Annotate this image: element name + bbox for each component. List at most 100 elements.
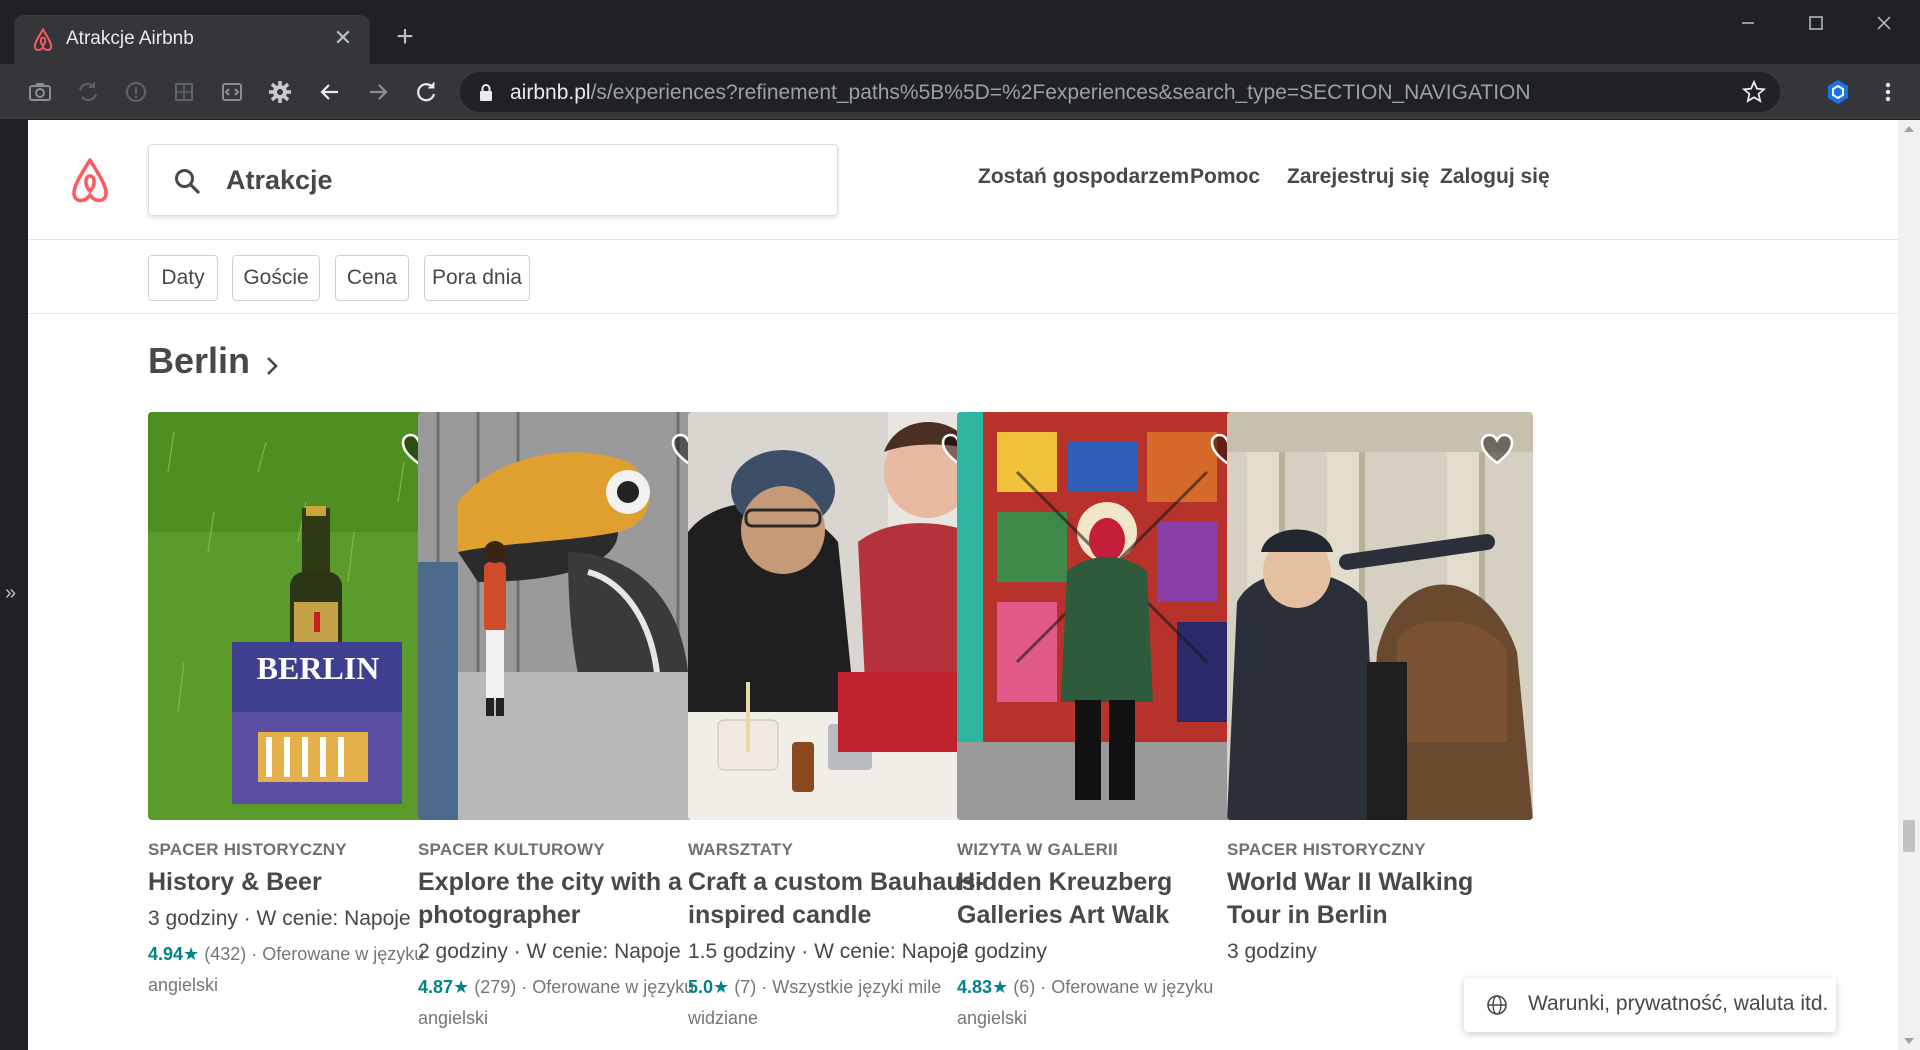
- card-meta: 2 godziny: [957, 940, 1047, 963]
- new-tab-icon[interactable]: +: [390, 22, 420, 52]
- card-title[interactable]: Explore the city with a photographer: [418, 866, 724, 932]
- lock-icon[interactable]: [478, 83, 494, 101]
- nav-help[interactable]: Pomoc: [1190, 165, 1260, 189]
- star-icon: ★: [183, 944, 200, 964]
- grid-icon[interactable]: [170, 78, 198, 106]
- airbnb-logo-icon[interactable]: [66, 156, 114, 206]
- nav-sign-up[interactable]: Zarejestruj się: [1287, 165, 1429, 189]
- card-rating: 4.83★ (6) · Oferowane w języku angielski: [957, 972, 1263, 1034]
- settings-gear-icon[interactable]: [266, 78, 294, 106]
- card-category: WARSZTATY: [688, 840, 794, 859]
- extension-hexagon-icon[interactable]: [1824, 78, 1852, 106]
- rating-score: 4.94: [148, 944, 184, 964]
- url-host: airbnb.pl: [510, 81, 591, 104]
- camera-icon[interactable]: [26, 78, 54, 106]
- browser-toolbar: airbnb.pl/s/experiences?refinement_paths…: [0, 64, 1920, 120]
- card-meta: 2 godziny · W cenie: Napoje: [418, 940, 681, 963]
- card-meta: 3 godziny: [1227, 940, 1317, 963]
- experience-card[interactable]: SPACER KULTUROWY Explore the city with a…: [418, 412, 724, 1034]
- card-category: WIZYTA W GALERII: [957, 840, 1118, 859]
- rating-count: (6): [1013, 977, 1036, 997]
- browser-tab[interactable]: Atrakcje Airbnb ✕: [14, 15, 370, 64]
- sync-icon[interactable]: [74, 78, 102, 106]
- walking-tour-photo: [1227, 412, 1533, 820]
- site-header: Atrakcje Zostań gospodarzem Pomoc Zareje…: [28, 120, 1898, 240]
- footer-pill-label: Warunki, prywatność, waluta itd.: [1528, 992, 1829, 1015]
- rating-count: (279): [474, 977, 517, 997]
- experience-image[interactable]: [957, 412, 1263, 820]
- browser-titlebar: Atrakcje Airbnb ✕ +: [0, 0, 1920, 64]
- url-path: /s/experiences?refinement_paths%5B%5D=%2…: [590, 81, 1531, 104]
- side-panel-strip: »: [0, 120, 28, 1050]
- berlin-book-text: BERLIN: [257, 650, 380, 686]
- rating-score: 5.0: [688, 977, 714, 997]
- search-box[interactable]: Atrakcje: [148, 144, 838, 216]
- address-bar[interactable]: airbnb.pl/s/experiences?refinement_paths…: [460, 72, 1780, 112]
- card-rating: 4.94★ (432) · Oferowane w języku angiels…: [148, 939, 454, 1001]
- filter-bar: Daty Goście Cena Pora dnia: [28, 241, 1898, 314]
- bookmark-star-icon[interactable]: [1742, 80, 1766, 104]
- gallery-photo: [957, 412, 1263, 820]
- card-title[interactable]: History & Beer: [148, 866, 454, 899]
- rating-score: 4.87: [418, 977, 454, 997]
- experience-card[interactable]: WARSZTATY Craft a custom Bauhaus-inspire…: [688, 412, 994, 1034]
- search-input[interactable]: Atrakcje: [226, 165, 333, 196]
- page-viewport: Atrakcje Zostań gospodarzem Pomoc Zareje…: [28, 120, 1898, 1050]
- search-icon: [175, 169, 200, 194]
- tab-title: Atrakcje Airbnb: [66, 28, 194, 49]
- chevron-right-icon[interactable]: [262, 352, 282, 380]
- star-icon: ★: [992, 977, 1009, 997]
- nav-become-host[interactable]: Zostań gospodarzem: [978, 165, 1189, 189]
- rating-count: (432): [204, 944, 247, 964]
- filter-guests-button[interactable]: Goście: [232, 255, 320, 301]
- expand-panel-icon[interactable]: »: [5, 582, 16, 605]
- filter-time-of-day-button[interactable]: Pora dnia: [424, 255, 530, 301]
- card-rating: 4.87★ (279) · Oferowane w języku angiels…: [418, 972, 724, 1034]
- experience-card[interactable]: BERLIN SPACER HISTORYCZNY History & Beer…: [148, 412, 454, 1001]
- experience-image[interactable]: [1227, 412, 1533, 820]
- filter-price-button[interactable]: Cena: [335, 255, 409, 301]
- graffiti-photo: [418, 412, 724, 820]
- experience-image[interactable]: [418, 412, 724, 820]
- card-category: SPACER HISTORYCZNY: [1227, 840, 1426, 859]
- card-rating: 5.0★ (7) · Wszystkie języki mile widzian…: [688, 972, 994, 1034]
- card-title[interactable]: World War II Walking Tour in Berlin: [1227, 866, 1533, 932]
- reload-icon[interactable]: [412, 78, 440, 106]
- experience-image[interactable]: BERLIN: [148, 412, 454, 820]
- card-meta: 3 godziny · W cenie: Napoje: [148, 907, 411, 930]
- terms-privacy-currency-button[interactable]: Warunki, prywatność, waluta itd.: [1464, 978, 1836, 1032]
- window-close-icon[interactable]: [1864, 8, 1904, 38]
- forward-arrow-icon[interactable]: [364, 78, 392, 106]
- card-category: SPACER KULTUROWY: [418, 840, 605, 859]
- scroll-thumb[interactable]: [1903, 820, 1915, 852]
- experience-image[interactable]: [688, 412, 994, 820]
- code-icon[interactable]: [218, 78, 246, 106]
- more-menu-icon[interactable]: [1874, 78, 1902, 106]
- star-icon: ★: [453, 977, 470, 997]
- airbnb-favicon-icon: [33, 27, 53, 52]
- star-icon: ★: [713, 977, 730, 997]
- experience-card[interactable]: WIZYTA W GALERII Hidden Kreuzberg Galler…: [957, 412, 1263, 1034]
- minimize-icon[interactable]: [1728, 8, 1768, 38]
- card-meta: 1.5 godziny · W cenie: Napoje: [688, 940, 969, 963]
- heart-icon[interactable]: [1479, 432, 1515, 466]
- maximize-icon[interactable]: [1796, 8, 1836, 38]
- page-scrollbar[interactable]: [1898, 120, 1920, 1050]
- experience-card[interactable]: SPACER HISTORYCZNY World War II Walking …: [1227, 412, 1533, 966]
- section-title[interactable]: Berlin: [148, 340, 250, 382]
- back-arrow-icon[interactable]: [316, 78, 344, 106]
- card-title[interactable]: Hidden Kreuzberg Galleries Art Walk: [957, 866, 1263, 932]
- nav-log-in[interactable]: Zaloguj się: [1440, 165, 1550, 189]
- rating-count: (7): [734, 977, 757, 997]
- rating-score: 4.83: [957, 977, 993, 997]
- candle-workshop-photo: [688, 412, 994, 820]
- scroll-down-arrow-icon[interactable]: [1904, 1038, 1914, 1044]
- filter-dates-button[interactable]: Daty: [148, 255, 218, 301]
- url-text[interactable]: airbnb.pl/s/experiences?refinement_paths…: [510, 81, 1531, 105]
- scroll-up-arrow-icon[interactable]: [1904, 126, 1914, 132]
- tab-close-icon[interactable]: ✕: [330, 25, 356, 51]
- card-category: SPACER HISTORYCZNY: [148, 840, 347, 859]
- card-title[interactable]: Craft a custom Bauhaus-inspired candle: [688, 866, 994, 932]
- beer-photo: BERLIN: [148, 412, 454, 820]
- info-icon[interactable]: [122, 78, 150, 106]
